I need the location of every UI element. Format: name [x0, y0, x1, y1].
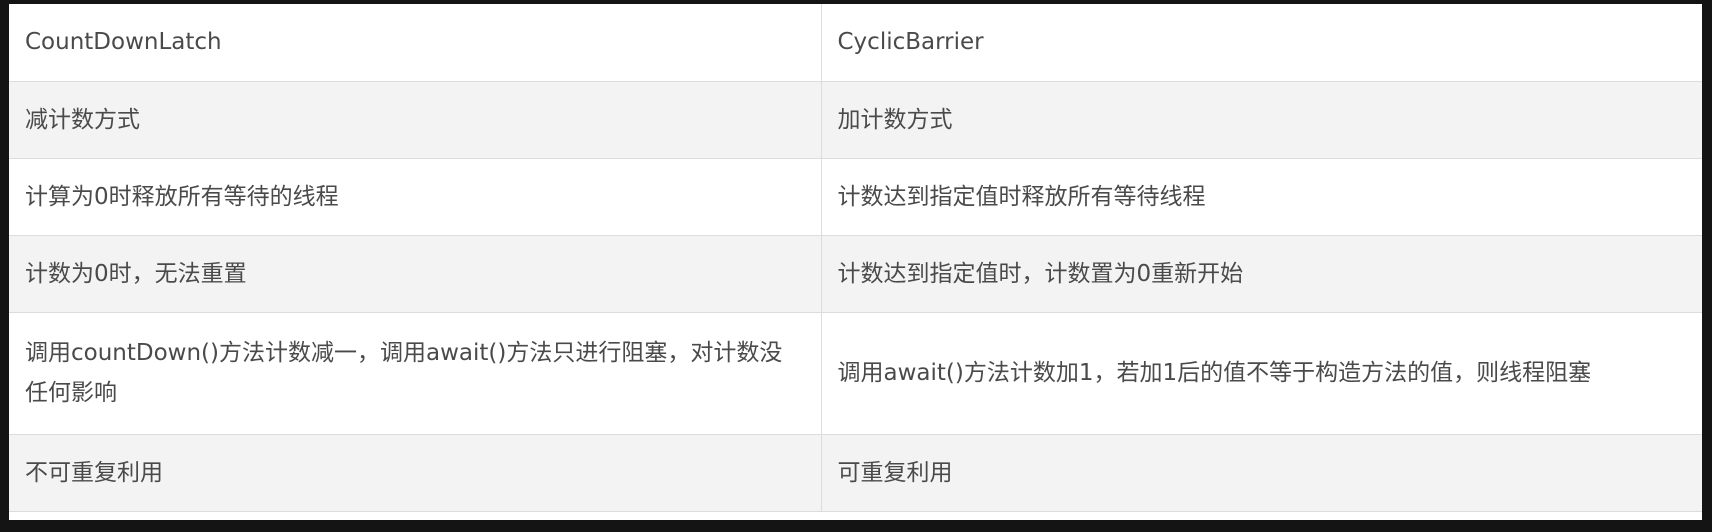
table-cell: 计数为0时，无法重置 [9, 234, 822, 313]
table-row: 减计数方式 加计数方式 [9, 80, 1702, 159]
comparison-table-container: CountDownLatch CyclicBarrier 减计数方式 加计数方式… [9, 4, 1702, 520]
table-cell: 调用await()方法计数加1，若加1后的值不等于构造方法的值，则线程阻塞 [820, 311, 1702, 435]
table-cell: 计算为0时释放所有等待的线程 [9, 157, 822, 236]
table-cell: 可重复利用 [820, 433, 1702, 512]
table-row: 计算为0时释放所有等待的线程 计数达到指定值时释放所有等待线程 [9, 157, 1702, 236]
table-cell: 加计数方式 [820, 80, 1702, 159]
table-cell: 减计数方式 [9, 80, 822, 159]
table-cell: 计数达到指定值时释放所有等待线程 [820, 157, 1702, 236]
table-cell: 计数达到指定值时，计数置为0重新开始 [820, 234, 1702, 313]
screenshot-frame: CountDownLatch CyclicBarrier 减计数方式 加计数方式… [0, 0, 1712, 532]
header-cell-cyclicbarrier: CyclicBarrier [820, 4, 1702, 82]
table-cell: 不可重复利用 [9, 433, 822, 512]
table-cell: 调用countDown()方法计数减一，调用await()方法只进行阻塞，对计数… [9, 311, 822, 435]
comparison-table: CountDownLatch CyclicBarrier 减计数方式 加计数方式… [9, 4, 1702, 512]
table-row: 不可重复利用 可重复利用 [9, 433, 1702, 512]
table-header-row: CountDownLatch CyclicBarrier [9, 4, 1702, 82]
table-row: 计数为0时，无法重置 计数达到指定值时，计数置为0重新开始 [9, 234, 1702, 313]
header-cell-countdownlatch: CountDownLatch [9, 4, 822, 82]
table-row: 调用countDown()方法计数减一，调用await()方法只进行阻塞，对计数… [9, 311, 1702, 435]
